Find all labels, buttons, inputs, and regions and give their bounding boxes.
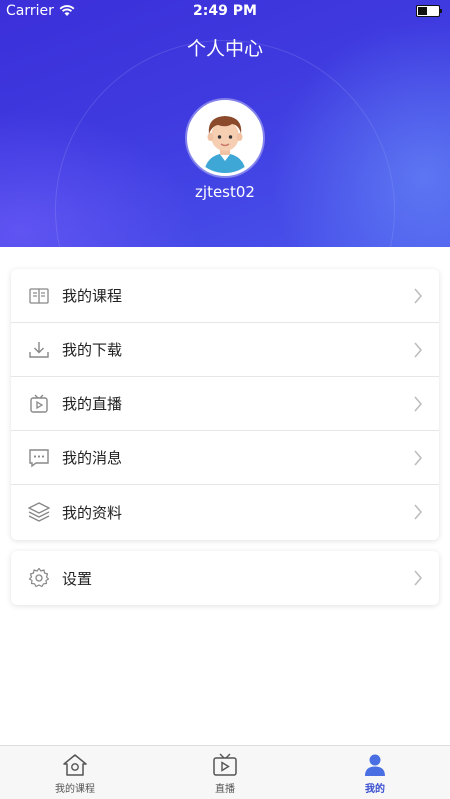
home-icon	[63, 754, 87, 776]
menu-card: 我的课程 我的下载 我的直播 我的消息 我的资料	[11, 269, 439, 540]
tab-live[interactable]: 直播	[150, 746, 300, 799]
menu-item-label: 我的课程	[62, 287, 123, 305]
settings-label: 设置	[62, 569, 93, 588]
tv-icon	[213, 753, 237, 776]
live-tv-icon	[28, 393, 50, 415]
layers-icon	[28, 501, 50, 523]
chevron-right-icon	[414, 504, 422, 520]
battery-icon	[416, 5, 442, 17]
menu-item-my-materials[interactable]: 我的资料	[11, 485, 439, 539]
tab-label: 我的课程	[55, 784, 95, 795]
book-icon	[28, 285, 50, 307]
menu-item-my-downloads[interactable]: 我的下载	[11, 323, 439, 377]
tab-label: 我的	[365, 784, 385, 795]
menu-item-my-live[interactable]: 我的直播	[11, 377, 439, 431]
menu-item-my-courses[interactable]: 我的课程	[11, 269, 439, 323]
chevron-right-icon	[414, 342, 422, 358]
chevron-right-icon	[414, 450, 422, 466]
settings-card: 设置	[11, 551, 439, 605]
menu-item-label: 我的消息	[62, 449, 123, 467]
chevron-right-icon	[414, 288, 422, 304]
tab-bar: 我的课程 直播 我的	[0, 745, 450, 799]
tab-label: 直播	[215, 784, 235, 795]
user-avatar-icon	[190, 103, 260, 173]
menu-item-label: 我的直播	[62, 395, 123, 413]
username: zjtest02	[195, 183, 255, 201]
tab-my-courses[interactable]: 我的课程	[0, 746, 150, 799]
status-bar: Carrier 2:49 PM	[0, 0, 450, 22]
tab-mine[interactable]: 我的	[300, 746, 450, 799]
download-icon	[28, 339, 50, 361]
menu-item-label: 我的资料	[62, 503, 123, 522]
gear-icon	[28, 567, 50, 589]
user-icon	[365, 754, 385, 776]
menu-item-label: 我的下载	[62, 341, 123, 359]
page-title: 个人中心	[186, 38, 263, 60]
chevron-right-icon	[414, 570, 422, 586]
menu-item-my-messages[interactable]: 我的消息	[11, 431, 439, 485]
chevron-right-icon	[414, 396, 422, 412]
message-icon	[28, 447, 50, 469]
status-time: 2:49 PM	[193, 3, 257, 19]
avatar[interactable]	[187, 100, 263, 176]
menu-item-settings[interactable]: 设置	[11, 551, 439, 605]
